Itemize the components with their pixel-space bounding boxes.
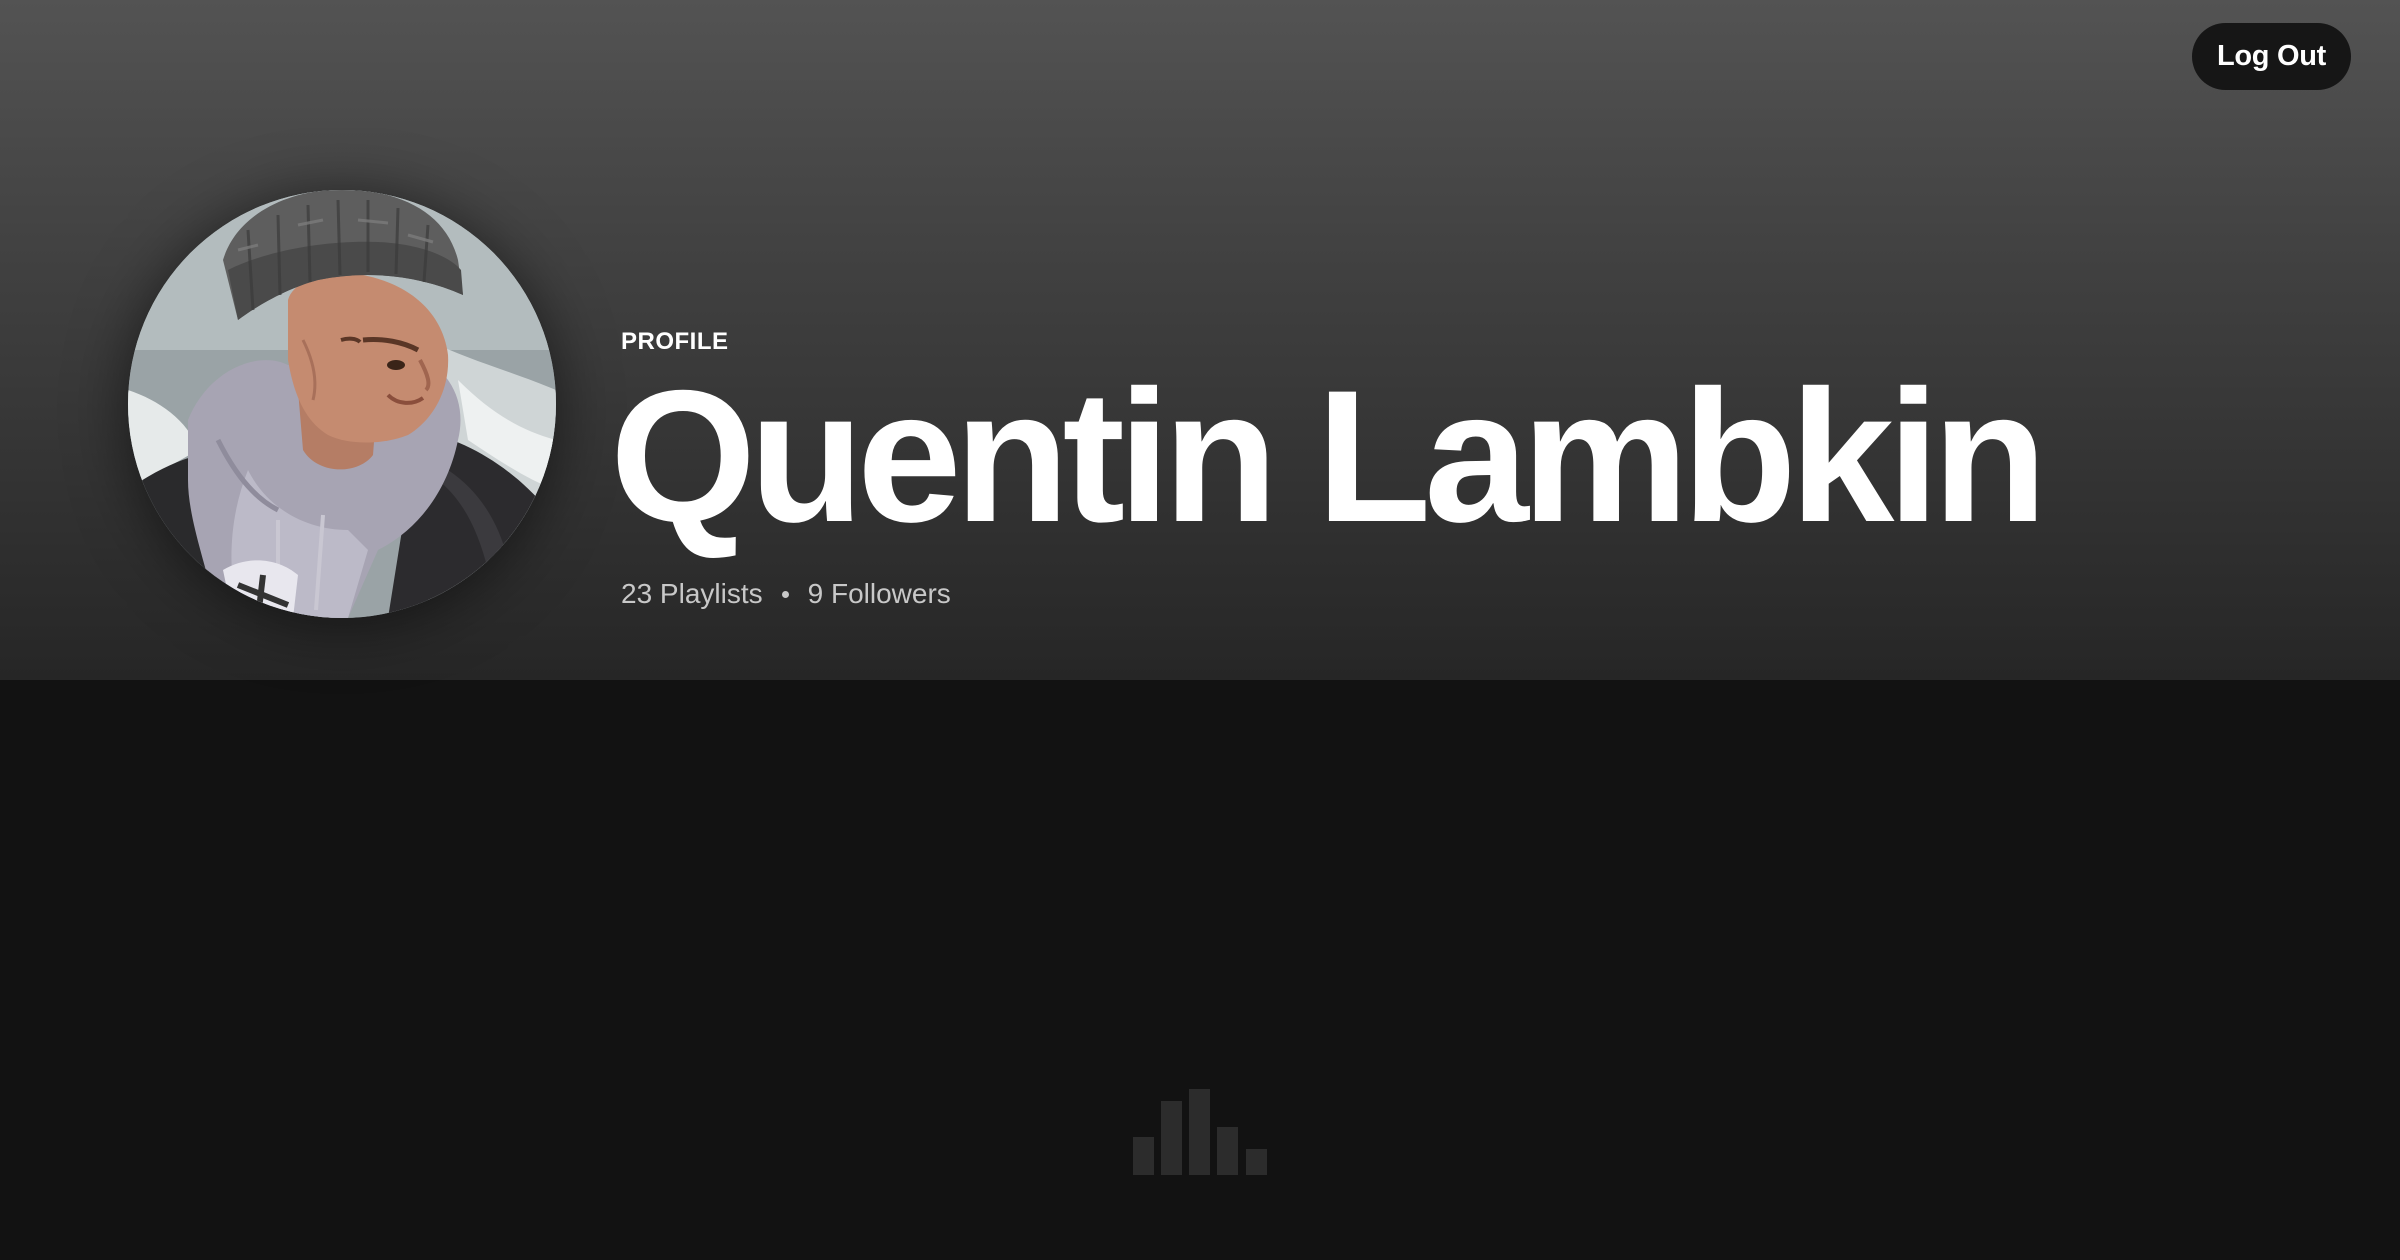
loader-bar — [1133, 1137, 1154, 1175]
separator-dot — [781, 590, 789, 598]
playlists-count[interactable]: 23 Playlists — [621, 578, 763, 610]
loader-bar — [1246, 1149, 1267, 1175]
profile-stats: 23 Playlists 9 Followers — [621, 578, 951, 610]
profile-header: Log Out PROFILE Quentin Lambkin 23 Playl… — [0, 0, 2400, 680]
avatar — [128, 190, 556, 618]
profile-page: Log Out PROFILE Quentin Lambkin 23 Playl… — [0, 0, 2400, 1260]
logout-button[interactable]: Log Out — [2191, 23, 2351, 90]
loader-bar — [1161, 1101, 1182, 1175]
loader-bar — [1189, 1089, 1210, 1175]
loader-bar — [1217, 1127, 1238, 1175]
followers-count[interactable]: 9 Followers — [808, 578, 951, 610]
avatar-photo — [128, 190, 556, 618]
profile-name: Quentin Lambkin — [610, 351, 2047, 561]
loading-bars-icon — [1133, 1089, 1267, 1175]
